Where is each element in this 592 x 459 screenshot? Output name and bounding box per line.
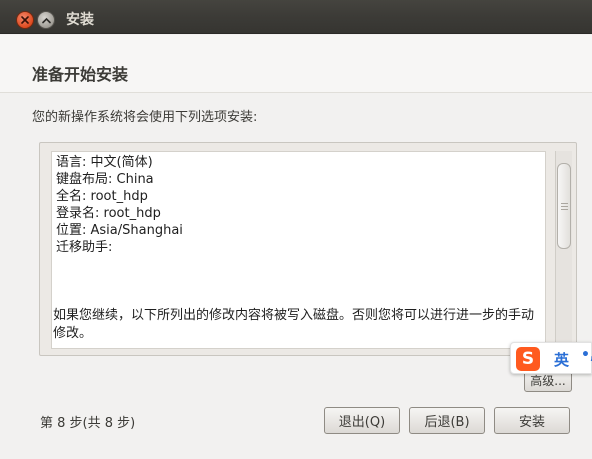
summary-line-login: 登录名: root_hdp xyxy=(56,206,161,221)
quit-button[interactable]: 退出(Q) xyxy=(324,407,400,434)
grip-line xyxy=(561,209,568,210)
summary-textview[interactable]: 语言: 中文(简体) 键盘布局: China 全名: root_hdp 登录名:… xyxy=(51,151,546,349)
close-window-button[interactable] xyxy=(16,11,34,29)
intro-text: 您的新操作系统将会使用下列选项安装: xyxy=(32,110,258,125)
back-button[interactable]: 后退(B) xyxy=(409,407,485,434)
minimize-window-button[interactable] xyxy=(37,11,55,29)
summary-lines: 语言: 中文(简体) 键盘布局: China 全名: root_hdp 登录名:… xyxy=(56,154,183,256)
install-button[interactable]: 安装 xyxy=(494,407,570,434)
disk-write-warning: 如果您继续，以下所列出的修改内容将被写入磁盘。否则您将可以进行进一步的手动修改。 xyxy=(53,308,535,341)
close-icon xyxy=(21,16,29,24)
window-titlebar: 安装 xyxy=(0,0,592,34)
summary-line-keyboard: 键盘布局: China xyxy=(56,172,154,187)
sogou-logo-icon: S xyxy=(516,347,540,371)
ime-toolbar[interactable]: S 英 •, xyxy=(510,342,592,374)
step-indicator: 第 8 步(共 8 步) xyxy=(40,416,136,431)
window-title: 安装 xyxy=(66,12,94,28)
summary-scrollbar[interactable] xyxy=(555,151,572,349)
grip-line xyxy=(561,206,568,207)
ime-language-toggle[interactable]: 英 xyxy=(554,349,569,370)
page-title: 准备开始安装 xyxy=(32,65,129,84)
summary-frame: 语言: 中文(简体) 键盘布局: China 全名: root_hdp 登录名:… xyxy=(39,142,577,356)
scrollbar-thumb[interactable] xyxy=(557,163,571,249)
grip-line xyxy=(561,203,568,204)
summary-line-language: 语言: 中文(简体) xyxy=(56,155,153,170)
ime-punctuation-toggle[interactable]: •, xyxy=(581,347,592,363)
summary-line-migration: 迁移助手: xyxy=(56,240,113,255)
summary-line-location: 位置: Asia/Shanghai xyxy=(56,223,183,238)
summary-line-fullname: 全名: root_hdp xyxy=(56,189,148,204)
chevron-up-icon xyxy=(41,17,51,23)
